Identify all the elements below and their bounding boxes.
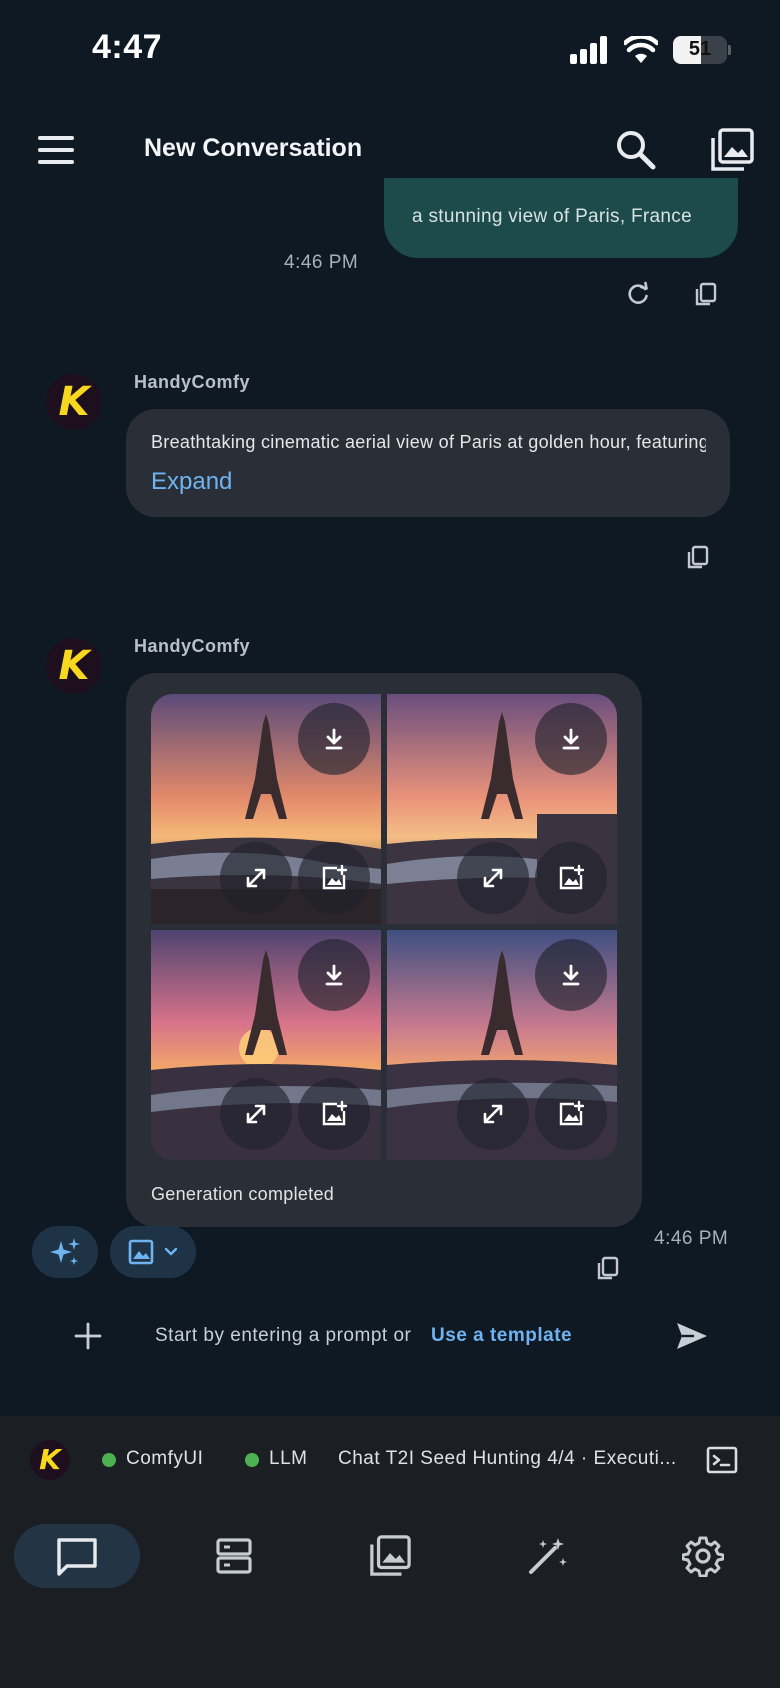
server-icon: [216, 1538, 252, 1574]
assistant-message-bubble: [126, 409, 730, 517]
llm-status-label[interactable]: LLM: [269, 1448, 307, 1470]
add-attachment-button[interactable]: [72, 1320, 104, 1352]
sparkles-icon: [50, 1238, 80, 1265]
terminal-icon: [706, 1446, 738, 1474]
cellular-signal-icon: [570, 36, 610, 64]
use-template-link[interactable]: Use a template: [431, 1325, 572, 1347]
nav-servers[interactable]: [171, 1524, 297, 1588]
gallery-button[interactable]: [710, 128, 754, 172]
assistant-message-text: Breathtaking cinematic aerial view of Pa…: [151, 432, 706, 452]
copy-icon: [597, 1256, 619, 1280]
fullscreen-button[interactable]: [457, 842, 529, 914]
sender-name: HandyComfy: [134, 636, 251, 656]
add-image-icon: [322, 864, 348, 890]
add-to-input-button[interactable]: [298, 1078, 370, 1150]
search-button[interactable]: [614, 128, 658, 172]
console-button[interactable]: [706, 1445, 738, 1475]
task-status[interactable]: Chat T2I Seed Hunting 4/4 · Executi...: [338, 1448, 682, 1470]
page-title: New Conversation: [144, 134, 363, 162]
sender-name: HandyComfy: [134, 372, 251, 392]
download-button[interactable]: [535, 939, 607, 1011]
comfyui-status-dot: [102, 1453, 116, 1467]
send-icon: [677, 1323, 707, 1349]
magic-wand-icon: [529, 1538, 567, 1574]
battery-icon: 51: [673, 36, 727, 64]
app-logo: K: [30, 1440, 70, 1480]
nav-gallery[interactable]: [327, 1524, 453, 1588]
retry-button[interactable]: [624, 280, 652, 308]
prompt-input[interactable]: Start by entering a prompt or: [155, 1325, 411, 1347]
avatar-letter: K: [58, 379, 90, 425]
nav-workflows[interactable]: [484, 1524, 610, 1588]
copy-icon: [695, 282, 717, 306]
gear-icon: [682, 1536, 724, 1577]
copy-button[interactable]: [684, 543, 712, 571]
send-button[interactable]: [674, 1318, 710, 1354]
battery-tip: [728, 45, 731, 55]
menu-button[interactable]: [38, 136, 74, 164]
download-button[interactable]: [298, 703, 370, 775]
nav-settings[interactable]: [640, 1524, 766, 1588]
copy-icon: [687, 545, 709, 569]
download-icon: [325, 964, 343, 986]
message-time: 4:46 PM: [654, 1228, 729, 1249]
download-icon: [562, 728, 580, 750]
assistant-avatar: K: [46, 638, 102, 694]
copy-button[interactable]: [594, 1254, 622, 1282]
download-icon: [325, 728, 343, 750]
add-image-icon: [322, 1100, 348, 1126]
generation-status: Generation completed: [151, 1184, 335, 1204]
chat-icon: [57, 1538, 97, 1576]
assistant-avatar: K: [46, 374, 102, 430]
fullscreen-button[interactable]: [220, 1078, 292, 1150]
add-image-icon: [559, 864, 585, 890]
fullscreen-button[interactable]: [220, 842, 292, 914]
add-to-input-button[interactable]: [535, 1078, 607, 1150]
add-to-input-button[interactable]: [298, 842, 370, 914]
avatar-letter: K: [58, 643, 90, 689]
expand-link[interactable]: Expand: [151, 468, 232, 496]
wifi-icon: [622, 34, 660, 64]
gallery-icon: [711, 128, 754, 171]
llm-status-dot: [245, 1453, 259, 1467]
user-message-time: 4:46 PM: [284, 252, 359, 273]
enhance-prompt-button[interactable]: [32, 1226, 98, 1278]
expand-arrows-icon: [483, 868, 503, 888]
expand-arrows-icon: [246, 1104, 266, 1124]
user-message-text: a stunning view of Paris, France: [412, 206, 692, 227]
download-button[interactable]: [298, 939, 370, 1011]
chevron-down-icon: [164, 1247, 178, 1256]
add-to-input-button[interactable]: [535, 842, 607, 914]
image-icon: [128, 1239, 154, 1265]
expand-arrows-icon: [246, 868, 266, 888]
download-button[interactable]: [535, 703, 607, 775]
copy-button[interactable]: [692, 280, 720, 308]
gallery-icon: [370, 1535, 411, 1576]
download-icon: [562, 964, 580, 986]
plus-icon: [74, 1322, 102, 1350]
search-icon: [617, 131, 656, 170]
fullscreen-button[interactable]: [457, 1078, 529, 1150]
comfyui-status-label[interactable]: ComfyUI: [126, 1448, 203, 1470]
nav-chat[interactable]: [14, 1524, 140, 1588]
logo-letter: K: [39, 1443, 61, 1476]
status-time: 4:47: [92, 28, 163, 66]
expand-arrows-icon: [483, 1104, 503, 1124]
battery-level: 51: [688, 38, 712, 60]
refresh-icon: [628, 281, 648, 304]
add-image-icon: [559, 1100, 585, 1126]
image-mode-dropdown[interactable]: [110, 1226, 196, 1278]
